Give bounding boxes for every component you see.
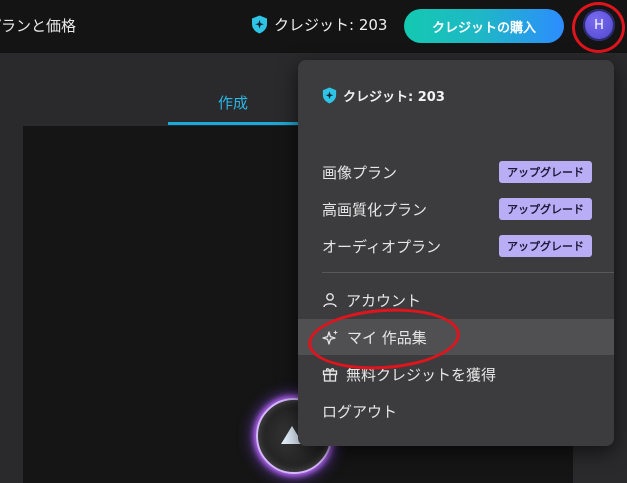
- header-credits-label: クレジット: 203: [274, 16, 388, 34]
- account-dropdown-menu: クレジット: 203 画像プラン アップグレード 高画質化プラン アップグレード…: [298, 60, 614, 446]
- plan-row-upscale[interactable]: 高画質化プラン アップグレード: [322, 197, 592, 221]
- avatar[interactable]: H: [583, 9, 615, 41]
- menu-item-my-works[interactable]: マイ 作品集: [298, 319, 614, 355]
- credit-shield-icon: [252, 15, 267, 34]
- menu-credits-label: クレジット: 203: [343, 90, 445, 105]
- menu-divider: [322, 272, 614, 273]
- menu-item-label: ログアウト: [322, 402, 398, 421]
- plan-label: 高画質化プラン: [322, 200, 428, 219]
- gift-icon: [322, 368, 338, 382]
- user-icon: [323, 293, 337, 308]
- plan-label: 画像プラン: [322, 163, 398, 182]
- menu-item-label: アカウント: [346, 291, 422, 310]
- menu-item-label: マイ 作品集: [347, 328, 427, 347]
- top-header: プランと価格 クレジット: 203 クレジットの購入 H: [0, 0, 627, 53]
- upgrade-badge[interactable]: アップグレード: [499, 235, 592, 257]
- menu-item-logout[interactable]: ログアウト: [298, 393, 614, 429]
- menu-item-free-credits[interactable]: 無料クレジットを獲得: [298, 356, 614, 392]
- header-credits: クレジット: 203: [251, 14, 387, 35]
- plan-row-audio[interactable]: オーディオプラン アップグレード: [322, 234, 592, 258]
- buy-credits-button[interactable]: クレジットの購入: [404, 9, 564, 43]
- plan-label: オーディオプラン: [322, 237, 441, 256]
- menu-item-label: 無料クレジットを獲得: [346, 365, 497, 384]
- plan-row-image[interactable]: 画像プラン アップグレード: [322, 160, 592, 184]
- sparkles-icon: [322, 329, 338, 345]
- menu-item-account[interactable]: アカウント: [298, 282, 614, 318]
- upgrade-badge[interactable]: アップグレード: [499, 198, 592, 220]
- credit-shield-icon: [322, 87, 337, 104]
- tab-create[interactable]: 作成: [168, 85, 298, 125]
- nav-link-pricing[interactable]: プランと価格: [0, 15, 76, 36]
- page: プランと価格 クレジット: 203 クレジットの購入 H 作成 クレジット: 2…: [0, 0, 627, 483]
- upgrade-badge[interactable]: アップグレード: [499, 161, 592, 183]
- menu-credits: クレジット: 203: [322, 86, 445, 105]
